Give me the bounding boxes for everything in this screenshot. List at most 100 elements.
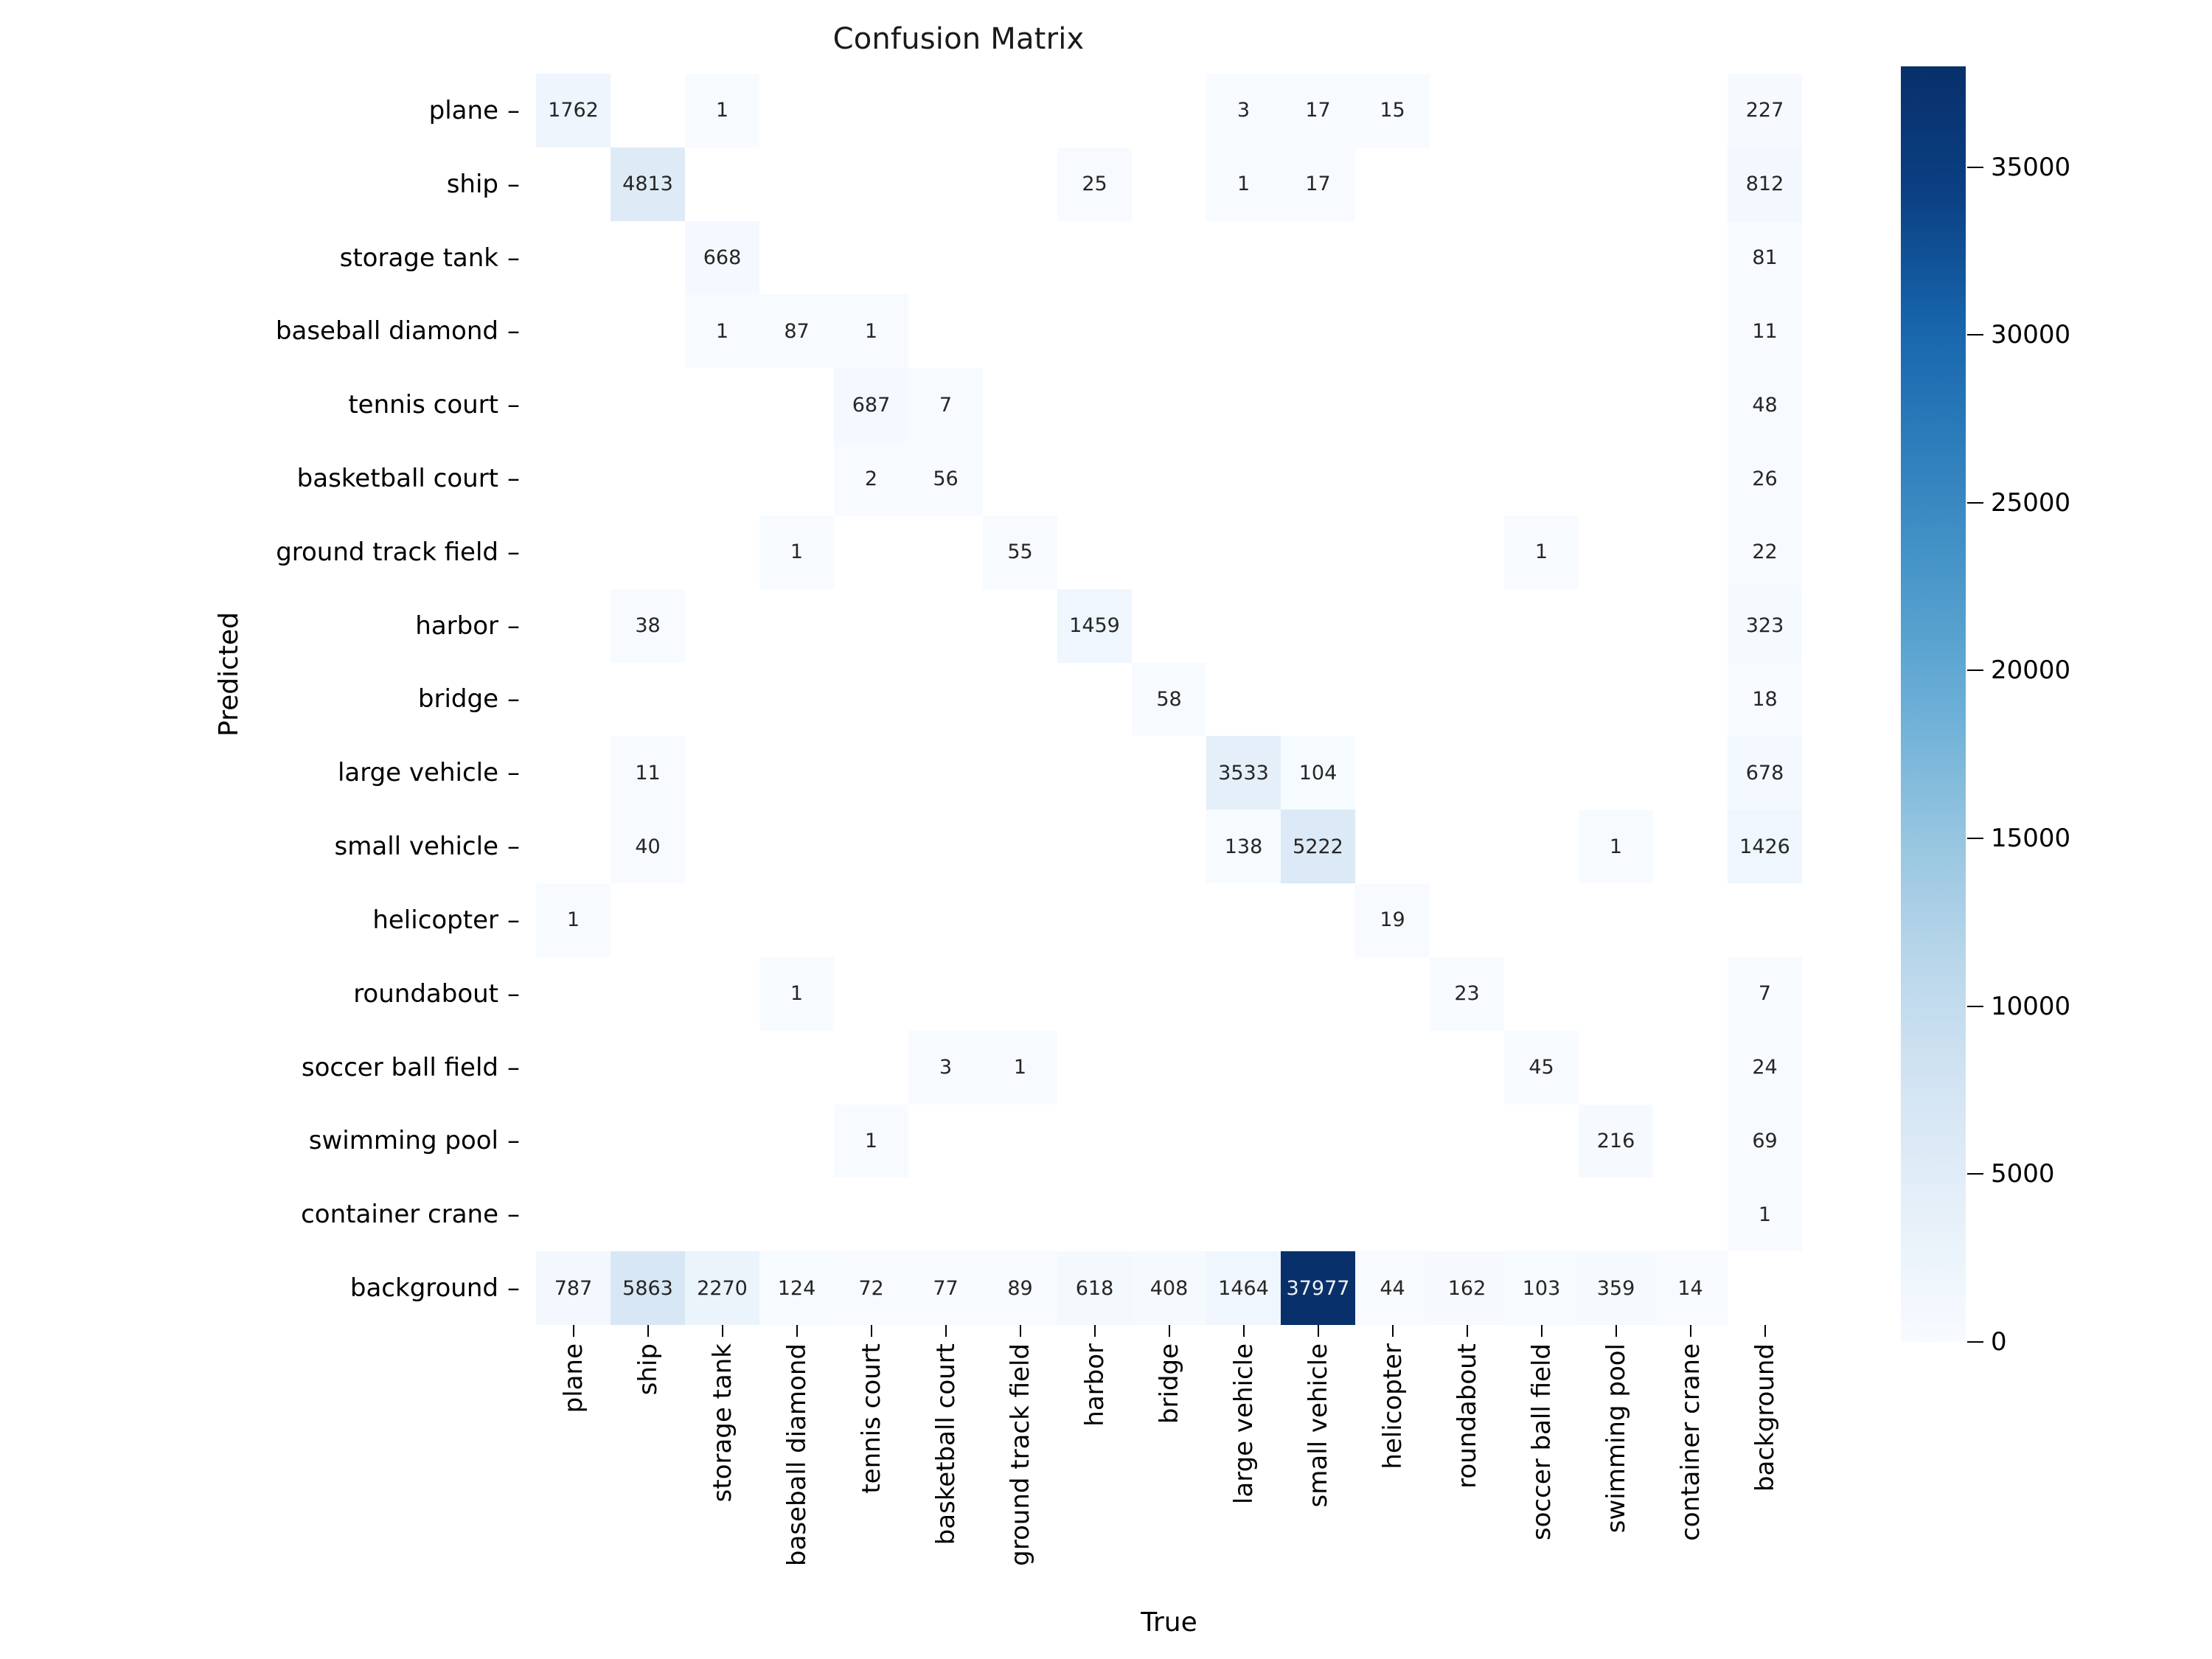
heatmap-cell: 4813 bbox=[611, 147, 685, 221]
heatmap-cell bbox=[759, 147, 834, 221]
heatmap-cell-value: 19 bbox=[1380, 908, 1405, 932]
heatmap-cell bbox=[1057, 1178, 1132, 1252]
heatmap-cell-value: 1 bbox=[566, 908, 580, 932]
heatmap-cell: 323 bbox=[1728, 588, 1802, 663]
x-axis-tick-label-text: soccer ball field bbox=[1527, 1343, 1557, 1541]
heatmap-cell bbox=[536, 662, 611, 737]
x-axis-tick-label: small vehicle bbox=[1281, 1343, 1356, 1601]
heatmap-cell bbox=[1281, 883, 1355, 957]
heatmap-cell-value: 138 bbox=[1224, 835, 1263, 858]
colorbar-gradient bbox=[1901, 66, 1966, 1342]
heatmap-cell bbox=[1355, 147, 1430, 221]
x-axis-tick-label-text: container crane bbox=[1676, 1343, 1705, 1541]
heatmap-cell bbox=[1132, 1030, 1206, 1105]
heatmap-cell bbox=[1355, 956, 1430, 1031]
y-axis-tick-dash: – bbox=[507, 243, 520, 273]
heatmap-cell bbox=[834, 588, 908, 663]
heatmap-cell bbox=[1057, 515, 1132, 589]
x-axis-tick-label: tennis court bbox=[835, 1343, 909, 1601]
heatmap-cell bbox=[1504, 883, 1579, 957]
heatmap-cell: 19 bbox=[1355, 883, 1430, 957]
heatmap-cell-value: 7 bbox=[1758, 982, 1772, 1006]
heatmap-cell bbox=[908, 147, 983, 221]
y-axis-tick-label: large vehicle – bbox=[338, 736, 520, 810]
heatmap-cell bbox=[834, 1030, 908, 1105]
heatmap-cell bbox=[1504, 294, 1579, 369]
heatmap-cell-value: 1464 bbox=[1218, 1276, 1269, 1300]
y-axis-title: Predicted bbox=[214, 612, 244, 737]
heatmap-cell-value: 687 bbox=[852, 393, 891, 417]
heatmap-cell bbox=[908, 956, 983, 1031]
heatmap-cell bbox=[1355, 1178, 1430, 1252]
heatmap-cell: 15 bbox=[1355, 74, 1430, 147]
y-axis-tick-label: roundabout – bbox=[353, 957, 520, 1031]
x-axis-tick-mark bbox=[1689, 1325, 1691, 1337]
y-axis-tick-label: small vehicle – bbox=[335, 810, 520, 883]
heatmap-cell bbox=[611, 662, 685, 737]
heatmap-cell-value: 1 bbox=[1237, 173, 1251, 196]
heatmap-cell bbox=[908, 883, 983, 957]
y-axis-tick-label-text: helicopter bbox=[372, 905, 498, 935]
heatmap-cell bbox=[536, 1178, 611, 1252]
colorbar-tick-label: 30000 bbox=[1991, 320, 2071, 350]
y-axis-tick-label: helicopter – bbox=[372, 883, 520, 957]
heatmap-cell bbox=[1355, 294, 1430, 369]
heatmap-cell bbox=[1728, 1251, 1802, 1325]
heatmap-cell bbox=[1653, 442, 1728, 515]
heatmap-cell bbox=[1504, 1104, 1579, 1178]
x-axis-tick-label: helicopter bbox=[1356, 1343, 1430, 1601]
heatmap-cell bbox=[1057, 1104, 1132, 1178]
heatmap-cell bbox=[1355, 588, 1430, 663]
heatmap-cell-value: 11 bbox=[635, 761, 661, 785]
y-axis-tick-dash: – bbox=[507, 758, 520, 788]
heatmap-cell: 787 bbox=[536, 1251, 611, 1325]
heatmap-cell-value: 668 bbox=[703, 246, 742, 270]
heatmap-cell bbox=[1579, 883, 1653, 957]
heatmap-cell bbox=[536, 220, 611, 295]
heatmap-cell-grid: 1762 1 3 17 15 227 4813 25 1 17 812 668 81 1 87 1 11 687 7… bbox=[536, 74, 1802, 1325]
heatmap-cell bbox=[1579, 74, 1653, 147]
heatmap-cell: 89 bbox=[983, 1251, 1057, 1325]
heatmap-cell bbox=[611, 956, 685, 1031]
heatmap-cell bbox=[1057, 220, 1132, 295]
heatmap-cell bbox=[611, 74, 685, 147]
y-axis-tick-label-text: background bbox=[349, 1273, 498, 1304]
heatmap-cell bbox=[834, 662, 908, 737]
heatmap-cell bbox=[1355, 1104, 1430, 1178]
y-axis-tick-dash: – bbox=[507, 390, 520, 420]
heatmap-cell bbox=[1504, 1178, 1579, 1252]
heatmap-cell bbox=[1579, 147, 1653, 221]
heatmap-cell bbox=[834, 883, 908, 957]
heatmap-cell: 44 bbox=[1355, 1251, 1430, 1325]
heatmap-cell bbox=[536, 736, 611, 810]
heatmap-cell: 11 bbox=[611, 736, 685, 810]
heatmap-cell-value: 25 bbox=[1082, 173, 1107, 196]
heatmap-cell: 40 bbox=[611, 810, 685, 884]
heatmap-cell-value: 408 bbox=[1150, 1276, 1189, 1300]
heatmap-cell bbox=[1206, 883, 1281, 957]
heatmap-cell-value: 1459 bbox=[1069, 614, 1120, 638]
heatmap-cell: 1 bbox=[1728, 1178, 1802, 1252]
heatmap-cell-value: 81 bbox=[1752, 246, 1778, 270]
heatmap-cell-value: 48 bbox=[1752, 393, 1778, 417]
heatmap-cell-value: 24 bbox=[1752, 1056, 1778, 1079]
heatmap-cell: 1 bbox=[1206, 147, 1281, 221]
heatmap-cell bbox=[1281, 956, 1355, 1031]
heatmap-cell: 1 bbox=[1579, 810, 1653, 884]
heatmap-cell: 1 bbox=[759, 515, 834, 589]
heatmap-cell: 1 bbox=[834, 294, 908, 369]
heatmap-cell bbox=[536, 294, 611, 369]
heatmap-cell-value: 17 bbox=[1305, 99, 1331, 122]
heatmap-cell-value: 618 bbox=[1075, 1276, 1114, 1300]
x-axis-tick-labels: plane ship storage tank baseball diamond ten… bbox=[536, 1343, 1802, 1609]
heatmap-cell bbox=[983, 1104, 1057, 1178]
heatmap-cell bbox=[1281, 1104, 1355, 1178]
heatmap-cell bbox=[1579, 588, 1653, 663]
y-axis-tick-dash: – bbox=[507, 832, 520, 862]
y-axis-tick-label-text: basketball court bbox=[296, 464, 498, 493]
heatmap-cell: 45 bbox=[1504, 1030, 1579, 1105]
heatmap-cell: 678 bbox=[1728, 736, 1802, 810]
heatmap-cell bbox=[759, 588, 834, 663]
heatmap-cell bbox=[908, 736, 983, 810]
heatmap-cell: 17 bbox=[1281, 74, 1355, 147]
